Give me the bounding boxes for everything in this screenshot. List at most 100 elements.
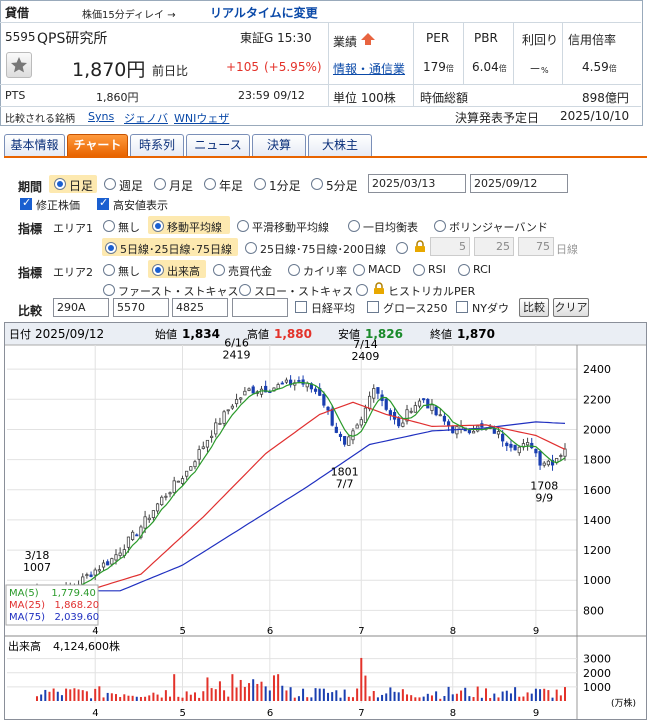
tab-basic-info[interactable]: 基本情報 <box>4 134 65 156</box>
ma-radio-custom[interactable] <box>396 242 408 254</box>
period-radio-5min[interactable] <box>311 178 323 190</box>
compare-button[interactable]: 比較 <box>519 298 549 317</box>
area2-radio-historical-per[interactable] <box>356 284 368 296</box>
compare-code-input[interactable]: 4825 <box>172 298 228 317</box>
volume-bar <box>177 696 180 701</box>
area1-radio-ichimoku[interactable] <box>348 220 360 232</box>
candle-body <box>326 406 330 411</box>
compare-stock-link[interactable]: WNIウェザ <box>174 110 229 126</box>
custom-ma-input[interactable]: 5 <box>430 237 470 256</box>
clear-button[interactable]: クリア <box>553 298 589 317</box>
nikkei-checkbox[interactable] <box>295 301 307 313</box>
area2-radio-rsi[interactable] <box>413 264 425 276</box>
ma-option: 25日線･75日線･200日線 <box>260 243 386 256</box>
candle-body <box>397 418 401 427</box>
volume-bar <box>318 688 321 701</box>
area1-radio-none[interactable] <box>103 220 115 232</box>
volume-bar <box>231 674 234 701</box>
area2-radio-fast-stoch[interactable] <box>103 284 115 296</box>
volume-bar <box>530 693 533 701</box>
compare-stock-link[interactable]: ジェノバ <box>124 110 168 126</box>
candle-body <box>114 554 118 561</box>
period-radio-daily[interactable] <box>54 178 66 190</box>
area2-radio-none[interactable] <box>103 264 115 276</box>
volume-bar <box>347 696 350 701</box>
compare-code-input[interactable]: 290A <box>53 298 109 317</box>
growth250-checkbox[interactable] <box>367 301 379 313</box>
area2-radio-turnover[interactable] <box>213 264 225 276</box>
volume-bar <box>559 695 562 701</box>
candle-body <box>338 433 343 437</box>
volume-bar <box>551 697 554 701</box>
period-radio-monthly[interactable] <box>154 178 166 190</box>
area2-radio-macd[interactable] <box>353 264 365 276</box>
candle-body <box>197 449 201 460</box>
volume-bar <box>322 688 325 701</box>
nydow-checkbox[interactable] <box>456 301 468 313</box>
volume-bar <box>493 693 496 701</box>
up-arrow-icon <box>361 33 375 45</box>
candle-body <box>110 558 114 565</box>
trading-unit: 単位 100株 <box>333 91 396 105</box>
candle-body <box>297 380 301 382</box>
volume-bar <box>522 696 525 701</box>
tab-chart[interactable]: チャート <box>67 134 128 156</box>
volume-bar <box>139 696 142 701</box>
volume-bar <box>65 688 68 701</box>
volume-bar <box>360 657 363 701</box>
realtime-link[interactable]: リアルタイムに変更 <box>210 4 318 21</box>
volume-unit: (万株) <box>611 697 636 709</box>
custom-ma-input[interactable]: 25 <box>474 237 514 256</box>
price-tick-label: 2400 <box>583 363 611 376</box>
metric-unit: % <box>541 66 549 75</box>
date-to-input[interactable]: 2025/09/12 <box>470 174 568 193</box>
ma-radio-5-25-75[interactable] <box>105 242 117 254</box>
industry-link[interactable]: 情報・通信業 <box>333 60 405 77</box>
candle-body <box>97 569 101 572</box>
date-from-input[interactable]: 2025/03/13 <box>368 174 466 193</box>
area2-radio-deviation[interactable] <box>288 264 300 276</box>
volume-bar <box>430 695 433 701</box>
candle-body <box>559 455 563 457</box>
market-type: 貸借 <box>5 6 30 20</box>
tab-news[interactable]: ニュース <box>186 134 250 156</box>
volume-bar <box>218 681 221 701</box>
volume-bar <box>131 695 134 701</box>
area2-option: ファースト・ストキャス <box>118 285 239 298</box>
candle-body <box>496 431 501 435</box>
period-radio-1min[interactable] <box>254 178 266 190</box>
high-low-checkbox[interactable] <box>97 196 109 210</box>
compare-code-input[interactable]: 5570 <box>113 298 169 317</box>
candle-body <box>513 444 517 451</box>
area2-radio-volume[interactable] <box>152 264 164 276</box>
candle-body <box>426 399 430 409</box>
tab-earnings[interactable]: 決算 <box>252 134 306 156</box>
lock-icon <box>374 282 384 294</box>
area1-radio-bollinger[interactable] <box>434 220 446 232</box>
area1-radio-ma[interactable] <box>152 220 164 232</box>
period-radio-weekly[interactable] <box>104 178 116 190</box>
volume-bar <box>264 686 267 701</box>
candle-body <box>442 415 447 422</box>
adjusted-price-checkbox[interactable] <box>20 196 32 210</box>
ma-radio-25-75-200[interactable] <box>245 242 257 254</box>
area2-radio-slow-stoch[interactable] <box>239 284 251 296</box>
metric-unit: 倍 <box>498 64 507 73</box>
volume-bar <box>127 695 130 701</box>
area2-radio-rci[interactable] <box>458 264 470 276</box>
tab-time-series[interactable]: 時系列 <box>130 134 184 156</box>
lock-icon <box>415 240 425 252</box>
compare-stock-link[interactable]: Syns <box>88 110 114 123</box>
favorite-button[interactable] <box>6 52 32 78</box>
custom-ma-input[interactable]: 75 <box>518 237 554 256</box>
ma75-line <box>37 421 566 592</box>
exchange-time: 東証G 15:30 <box>240 31 312 45</box>
area1-radio-smoothed-ma[interactable] <box>237 220 249 232</box>
volume-bar <box>397 692 400 701</box>
tab-major-shareholders[interactable]: 大株主 <box>308 134 372 156</box>
compare-stocks-label: 比較される銘柄 <box>5 114 75 125</box>
candle-body <box>401 422 405 427</box>
period-radio-yearly[interactable] <box>204 178 216 190</box>
compare-code-input[interactable] <box>232 298 288 317</box>
performance-label: 業績 <box>333 35 358 49</box>
